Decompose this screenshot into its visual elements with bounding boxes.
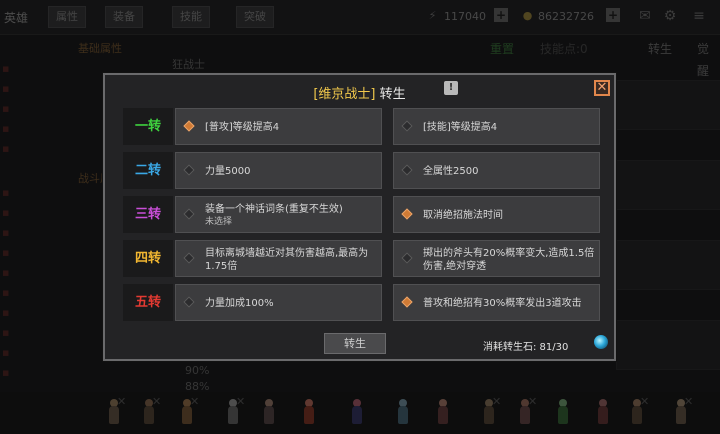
perk-text: 普攻和绝招有30%概率发出3道攻击 — [423, 298, 582, 309]
perk-text: 力量5000 — [205, 166, 251, 177]
unselected-gem-icon — [401, 120, 413, 132]
perk-option[interactable]: [普攻]等级提高4 — [175, 108, 382, 145]
perk-text: [技能]等级提高4 — [423, 122, 498, 133]
perk-option[interactable]: 目标离城墙越近对其伤害越高,最高为1.75倍 — [175, 240, 382, 277]
tier-label: 二转 — [123, 152, 173, 189]
selected-gem-icon — [401, 208, 413, 220]
rebirth-stone-icon — [594, 335, 608, 349]
perk-text: 掷出的斧头有20%概率变大,造成1.5倍伤害,绝对穿透 — [423, 247, 595, 272]
tier-row-5: 五转 力量加成100% 普攻和绝招有30%概率发出3道攻击 — [123, 284, 600, 321]
perk-option[interactable]: 装备一个神话词条(重复不生效) 未选择 — [175, 196, 382, 233]
rebirth-button[interactable]: 转生 — [324, 333, 386, 354]
unselected-gem-icon — [183, 208, 195, 220]
close-button[interactable]: ✕ — [594, 80, 610, 96]
perk-text: 装备一个神话词条(重复不生效) — [205, 203, 343, 215]
tier-label: 五转 — [123, 284, 173, 321]
unselected-gem-icon — [183, 296, 195, 308]
unselected-gem-icon — [401, 252, 413, 264]
perk-option[interactable]: 力量加成100% — [175, 284, 382, 321]
info-button[interactable]: ! — [444, 81, 458, 95]
perk-text: 目标离城墙越近对其伤害越高,最高为1.75倍 — [205, 247, 369, 272]
modal-title-text: 转生 — [379, 87, 406, 102]
perk-option[interactable]: 力量5000 — [175, 152, 382, 189]
tier-row-3: 三转 装备一个神话词条(重复不生效) 未选择 取消绝招施法时间 — [123, 196, 600, 233]
class-name: [维京战士] — [313, 87, 376, 102]
perk-option[interactable]: 全属性2500 — [393, 152, 600, 189]
unselected-gem-icon — [401, 164, 413, 176]
unselected-gem-icon — [183, 164, 195, 176]
tier-label: 四转 — [123, 240, 173, 277]
perk-option[interactable]: 掷出的斧头有20%概率变大,造成1.5倍伤害,绝对穿透 — [393, 240, 600, 277]
perk-option[interactable]: [技能]等级提高4 — [393, 108, 600, 145]
perk-option[interactable]: 普攻和绝招有30%概率发出3道攻击 — [393, 284, 600, 321]
selected-gem-icon — [401, 296, 413, 308]
rebirth-modal: [维京战士] 转生 ! ✕ 一转 [普攻]等级提高4 [技能]等级提高4 二转 … — [103, 73, 616, 361]
perk-text: 取消绝招施法时间 — [423, 210, 503, 221]
perk-subtext: 未选择 — [205, 216, 233, 227]
tier-row-2: 二转 力量5000 全属性2500 — [123, 152, 600, 189]
unselected-gem-icon — [183, 252, 195, 264]
modal-title: [维京战士] 转生 — [105, 83, 614, 102]
perk-text: 力量加成100% — [205, 298, 274, 309]
perk-text: 全属性2500 — [423, 166, 479, 177]
rebirth-stone-cost: 消耗转生石: 81/30 — [483, 342, 569, 353]
tier-label: 三转 — [123, 196, 173, 233]
tier-row-4: 四转 目标离城墙越近对其伤害越高,最高为1.75倍 掷出的斧头有20%概率变大,… — [123, 240, 600, 277]
close-icon: ✕ — [596, 80, 608, 95]
selected-gem-icon — [183, 120, 195, 132]
tier-row-1: 一转 [普攻]等级提高4 [技能]等级提高4 — [123, 108, 600, 145]
tier-label: 一转 — [123, 108, 173, 145]
perk-option[interactable]: 取消绝招施法时间 — [393, 196, 600, 233]
perk-text: [普攻]等级提高4 — [205, 122, 280, 133]
